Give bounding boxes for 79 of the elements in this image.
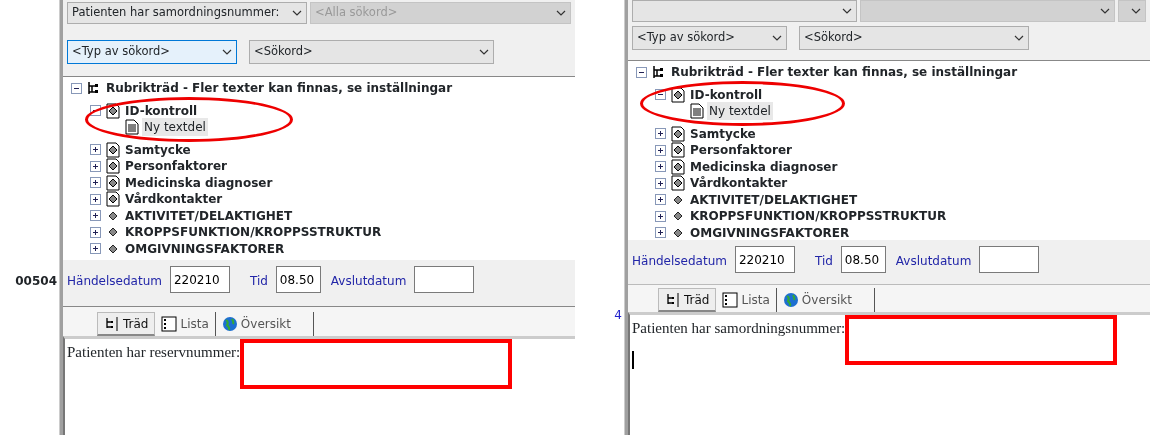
document-diamond-icon [670,175,686,192]
document-diamond-icon [105,191,121,208]
field-label: Tid [249,273,268,290]
tab[interactable]: Träd [658,288,717,312]
expand-icon[interactable] [90,193,101,205]
tree-icon [665,291,681,308]
editor-text: Patienten har reservnummer: [67,344,241,360]
tree-item[interactable]: Rubrikträd - Fler texter kan finnas, se inställningar [104,79,455,98]
tree-item[interactable]: Samtycke [688,124,758,143]
editor-text: Patienten har samordningsnummer: [632,320,846,336]
text-editor[interactable]: Patienten har reservnummer: [63,336,575,435]
text-editor[interactable]: Patienten har samordningsnummer: [628,312,1150,435]
document-diamond-icon [105,158,121,175]
tree-item[interactable]: Rubrikträd - Fler texter kan finnas, se inställningar [669,63,1020,82]
expand-icon[interactable] [655,210,666,222]
tree-item[interactable]: Medicinska diagnoser [688,157,840,176]
tree-item[interactable]: OMGIVNINGSFAKTORER [123,239,287,258]
document-diamond-icon [670,142,686,159]
expand-icon[interactable] [655,177,666,189]
field-label: Avslutdatum [330,273,407,290]
globe-icon [782,292,799,308]
input-field[interactable]: 220210 [169,266,230,293]
tree-item[interactable]: Ny textdel [142,118,208,137]
field-label: Händelsedatum [67,273,162,290]
tree-item[interactable]: ID-kontroll [688,85,765,104]
tree-item[interactable]: Vårdkontakter [123,190,225,209]
globe-icon [221,316,238,332]
expand-icon[interactable] [90,160,101,172]
record-number: 4 [614,307,623,324]
search-type-dropdown[interactable]: <Typ av sökord> [632,26,787,50]
tree-item[interactable]: ID-kontroll [123,101,200,120]
tree-item[interactable]: Personfaktorer [688,141,795,160]
tree-icon [104,315,120,332]
dropdown[interactable]: Patienten har samordningsnummer: [67,2,307,24]
collapse-icon[interactable] [71,82,82,94]
search-type-dropdown[interactable]: <Typ av sökord> [67,40,237,64]
tree-item[interactable]: AKTIVITET/DELAKTIGHET [688,190,860,209]
tree-item[interactable]: Samtycke [123,140,193,159]
expand-icon[interactable] [90,210,101,222]
expand-icon[interactable] [655,194,666,206]
expand-icon[interactable] [655,161,666,173]
expand-icon[interactable] [90,226,101,238]
tree-item[interactable]: Vårdkontakter [688,174,790,193]
input-field[interactable]: 220210 [734,246,795,273]
document-icon [124,119,140,136]
expand-icon[interactable] [655,227,666,239]
input-field[interactable] [979,246,1040,273]
collapse-icon[interactable] [655,89,666,101]
tree-item[interactable]: KROPPSFUNKTION/KROPPSSTRUKTUR [688,207,949,226]
list-icon [722,292,739,308]
record-number: 00504 [15,273,58,290]
collapse-icon[interactable] [636,66,647,78]
tree-item[interactable]: AKTIVITET/DELAKTIGHET [123,206,295,225]
field-label: Händelsedatum [632,253,727,270]
document-diamond-icon [105,174,121,191]
field-label: Avslutdatum [895,253,972,270]
field-label: Tid [814,253,833,270]
tree-item[interactable]: Medicinska diagnoser [123,173,275,192]
tree-item[interactable]: KROPPSFUNKTION/KROPPSSTRUKTUR [123,223,384,242]
keyword-dropdown[interactable]: <Sökord> [249,40,494,64]
keyword-dropdown[interactable]: <Sökord> [799,26,1029,50]
tree-item[interactable]: Ny textdel [707,102,773,121]
document-diamond-icon [105,141,121,158]
input-field[interactable]: 08.50 [840,246,886,273]
input-field[interactable] [414,266,475,293]
expand-icon[interactable] [655,144,666,156]
document-icon [689,103,705,120]
expand-icon[interactable] [90,177,101,189]
input-field[interactable]: 08.50 [275,266,321,293]
document-diamond-icon [670,125,686,142]
tree-item[interactable]: Personfaktorer [123,157,230,176]
expand-icon[interactable] [90,243,101,255]
expand-icon[interactable] [90,144,101,156]
list-icon [161,316,178,332]
tab[interactable]: Träd [97,312,156,336]
document-diamond-icon [105,102,121,119]
tree-item[interactable]: OMGIVNINGSFAKTORER [688,223,852,240]
document-diamond-icon [670,158,686,175]
expand-icon[interactable] [655,128,666,140]
